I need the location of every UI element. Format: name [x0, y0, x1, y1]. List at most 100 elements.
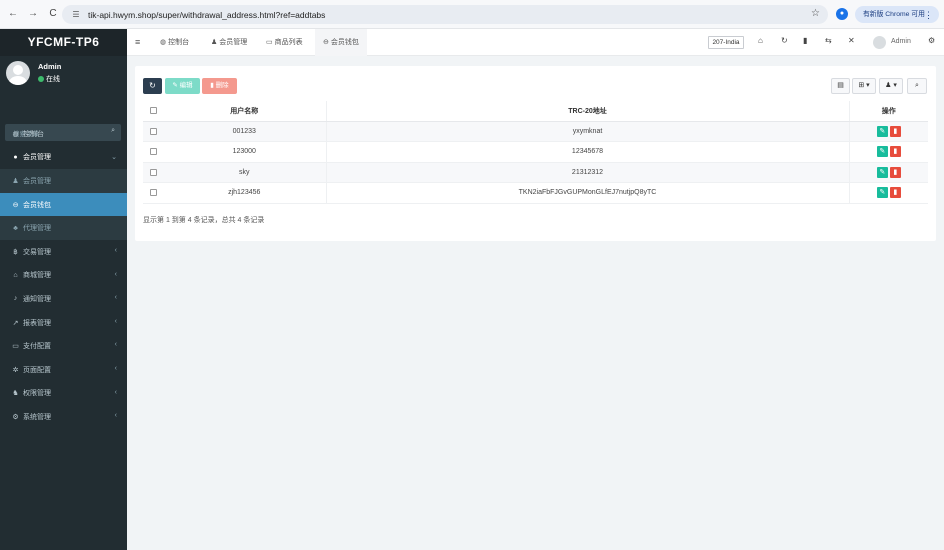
sidebar-item-label: 支付配置 — [23, 343, 51, 351]
tab-1[interactable]: ♟ 会员管理 — [203, 29, 255, 56]
back-icon[interactable]: ← — [6, 7, 20, 21]
address-bar[interactable]: ☰ tik-api.hwym.shop/super/withdrawal_add… — [62, 5, 828, 24]
sidebar-item-label: 权限管理 — [23, 390, 51, 398]
online-status-label: 在线 — [46, 76, 60, 83]
header-trc20-address[interactable]: TRC-20地址 — [325, 101, 850, 122]
sidebar-item-12[interactable]: ⚙ 系统管理 ‹ — [0, 405, 127, 429]
sidebar-item-label: 系统管理 — [23, 413, 51, 421]
caret-icon: ‹ — [114, 270, 117, 278]
tab-3[interactable]: ⊖ 会员钱包 — [315, 29, 367, 56]
toggle-view-icon[interactable]: ▤ — [831, 78, 850, 94]
row-checkbox[interactable] — [149, 127, 157, 135]
sidebar-item-3[interactable]: ⊖ 会员钱包 — [0, 192, 127, 217]
sidebar-item-label: 页面配置 — [23, 366, 51, 374]
bookmark-star-icon[interactable]: ☆ — [811, 8, 820, 19]
online-dot-icon — [38, 76, 44, 82]
search-icon[interactable]: ⌕ — [907, 78, 927, 94]
row-checkbox[interactable] — [149, 189, 157, 197]
table-row[interactable]: 123000 12345678 ✎ ▮ — [143, 141, 928, 163]
settings-gear-icon[interactable]: ⚙ — [928, 36, 935, 45]
tab-0[interactable]: ◍ 控制台 — [152, 29, 197, 56]
sidebar-item-label: 报表管理 — [23, 319, 51, 327]
trash-icon[interactable]: ▮ — [803, 36, 807, 45]
row-check-cell — [143, 182, 163, 204]
cell-trc20-address: TKN2iaFbFJGvGUPMonGLfEJ7nutjpQ8yTC — [325, 182, 850, 204]
refresh-icon[interactable]: ↻ — [781, 36, 788, 45]
sidebar-item-11[interactable]: ♞ 权限管理 ‹ — [0, 382, 127, 406]
profile-icon[interactable]: ● — [836, 8, 848, 20]
row-edit-button[interactable]: ✎ — [876, 187, 888, 199]
refresh-button[interactable]: ↻ — [143, 78, 162, 94]
edit-button[interactable]: ✎ 编辑 — [165, 78, 200, 94]
delete-button[interactable]: ▮ 删除 — [202, 78, 237, 94]
url-text[interactable]: tik-api.hwym.shop/super/withdrawal_addre… — [88, 10, 325, 20]
region-select[interactable]: 207-India — [708, 36, 744, 49]
sidebar-item-10[interactable]: ✲ 页面配置 ‹ — [0, 358, 127, 382]
sidebar-item-8[interactable]: ↗ 报表管理 ‹ — [0, 311, 127, 335]
caret-icon: ‹ — [114, 317, 117, 325]
row-delete-button[interactable]: ▮ — [889, 146, 901, 158]
wallet-icon: ⊖ — [323, 39, 329, 46]
row-check-cell — [143, 162, 163, 183]
row-edit-button[interactable]: ✎ — [876, 125, 888, 137]
sidebar-item-label: 会员管理 — [23, 177, 51, 185]
sidebar-item-label: 控制台 — [23, 130, 44, 138]
table-row[interactable]: zjh123456 TKN2iaFbFJGvGUPMonGLfEJ7nutjpQ8… — [143, 182, 928, 204]
app-logo[interactable]: YFCMF-TP6 — [0, 29, 127, 56]
tab-2[interactable]: ▭ 商品列表 — [258, 29, 311, 56]
export-icon[interactable]: ♟ ▾ — [879, 78, 903, 94]
row-delete-button[interactable]: ▮ — [889, 125, 901, 137]
fullscreen-icon[interactable]: ✕ — [848, 36, 855, 45]
sitemap-icon: ♣ — [13, 224, 18, 232]
row-delete-button[interactable]: ▮ — [889, 187, 901, 199]
sidebar-menu: ◍ 控制台 ● 会员管理 ⌄ ♟ 会员管理 ⊖ 会员钱包 ♣ 代理管理 ฿ 交易管理 ‹ ⌂ 商城管理 ‹ ♪ 通知… — [0, 122, 127, 429]
cell-actions: ✎ ▮ — [849, 162, 928, 183]
home-icon[interactable]: ⌂ — [758, 36, 763, 45]
header-username[interactable]: 用户名称 — [163, 101, 326, 122]
sidebar-item-4[interactable]: ♣ 代理管理 — [0, 216, 127, 240]
cogs-icon: ⚙ — [12, 413, 19, 421]
row-edit-button[interactable]: ✎ — [876, 166, 888, 178]
sidebar-item-9[interactable]: ▭ 支付配置 ‹ — [0, 334, 127, 358]
sidebar-item-7[interactable]: ♪ 通知管理 ‹ — [0, 287, 127, 311]
row-checkbox[interactable] — [149, 168, 157, 176]
sidebar-item-0[interactable]: ◍ 控制台 — [0, 122, 127, 146]
sidebar-item-2[interactable]: ♟ 会员管理 — [0, 169, 127, 193]
chrome-update-button[interactable]: 有新版 Chrome 可用 ⋮ — [855, 6, 939, 23]
chart-icon: ↗ — [12, 319, 19, 327]
row-checkbox[interactable] — [149, 148, 157, 156]
row-delete-button[interactable]: ▮ — [889, 166, 901, 178]
row-edit-button[interactable]: ✎ — [876, 146, 888, 158]
table-header-row: 用户名称 TRC-20地址 操作 — [143, 101, 928, 122]
menu-toggle-icon[interactable]: ≡ — [135, 37, 140, 47]
users-icon: ♞ — [12, 390, 19, 398]
tab-label: 商品列表 — [274, 39, 303, 46]
row-check-cell — [143, 141, 163, 163]
nav-user-name[interactable]: Admin — [891, 38, 911, 45]
reload-icon[interactable]: C — [46, 7, 60, 21]
avatar — [6, 61, 30, 85]
chrome-update-label: 有新版 Chrome 可用 — [863, 11, 925, 18]
sidebar-item-5[interactable]: ฿ 交易管理 ‹ — [0, 240, 127, 264]
kebab-menu-icon[interactable]: ⋮ — [924, 7, 933, 24]
cell-actions: ✎ ▮ — [849, 182, 928, 204]
caret-icon: ‹ — [114, 364, 117, 372]
table-row[interactable]: 001233 yxymknat ✎ ▮ — [143, 121, 928, 142]
sidebar-item-1[interactable]: ● 会员管理 ⌄ — [0, 146, 127, 170]
sidebar-item-label: 通知管理 — [23, 295, 51, 303]
header-actions: 操作 — [849, 101, 928, 122]
forward-icon[interactable]: → — [26, 7, 40, 21]
translate-icon[interactable]: ⇆ — [825, 36, 832, 45]
select-all-checkbox[interactable] — [149, 107, 157, 115]
site-info-icon[interactable]: ☰ — [70, 10, 82, 19]
nav-avatar[interactable] — [873, 36, 886, 49]
sidebar-item-label: 商城管理 — [23, 272, 51, 280]
caret-icon: ‹ — [114, 341, 117, 349]
table-row[interactable]: sky 21312312 ✎ ▮ — [143, 162, 928, 183]
sidebar-item-6[interactable]: ⌂ 商城管理 ‹ — [0, 264, 127, 288]
online-status: 在线 — [38, 74, 60, 84]
pagination-summary: 显示第 1 到第 4 条记录，总共 4 条记录 — [143, 217, 265, 224]
dashboard-icon: ◍ — [12, 130, 19, 138]
monitor-icon: ▭ — [266, 39, 273, 46]
columns-icon[interactable]: ⊞ ▾ — [852, 78, 876, 94]
